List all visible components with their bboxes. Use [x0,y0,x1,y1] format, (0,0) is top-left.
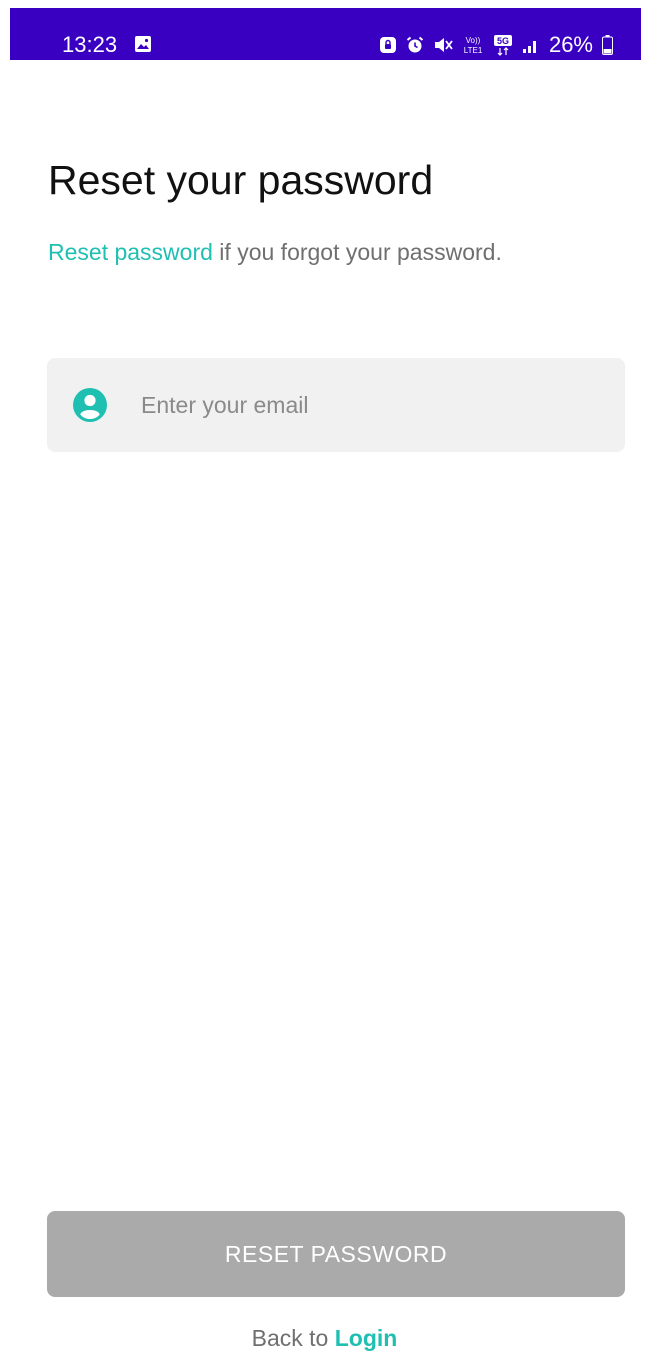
status-time: 13:23 [62,32,118,57]
lock-app-icon [379,37,396,53]
volte-icon: Vo)) LTE1 [464,36,483,55]
status-bar: 13:23 Vo)) LTE1 5G 26% [10,8,641,60]
signal-icon [522,41,536,53]
svg-text:Vo)): Vo)) [466,36,481,45]
status-icons: Vo)) LTE1 5G 26% [379,32,613,58]
email-input[interactable] [141,380,601,430]
subtitle-text: if you forgot your password. [212,239,502,265]
reset-password-screen: 13:23 Vo)) LTE1 5G 26% Reset your passwo… [0,0,649,1354]
svg-text:LTE1: LTE1 [464,46,483,55]
battery-percentage: 26% [548,32,593,57]
user-icon [73,388,107,422]
battery-icon [602,35,613,55]
subtitle: Reset password if you forgot your passwo… [48,236,502,268]
5g-icon: 5G [493,35,512,56]
email-field[interactable] [47,358,625,452]
page-title: Reset your password [48,157,434,203]
login-link[interactable]: Login [335,1325,398,1351]
reset-password-link-text: Reset password [48,239,213,265]
gallery-icon [135,36,151,52]
alarm-icon [406,36,424,53]
back-to-text: Back to [251,1325,335,1351]
back-to-login-row: Back to Login [0,1322,649,1354]
mute-icon [434,38,453,52]
reset-password-button[interactable]: RESET PASSWORD [47,1211,625,1297]
svg-text:5G: 5G [497,36,509,46]
